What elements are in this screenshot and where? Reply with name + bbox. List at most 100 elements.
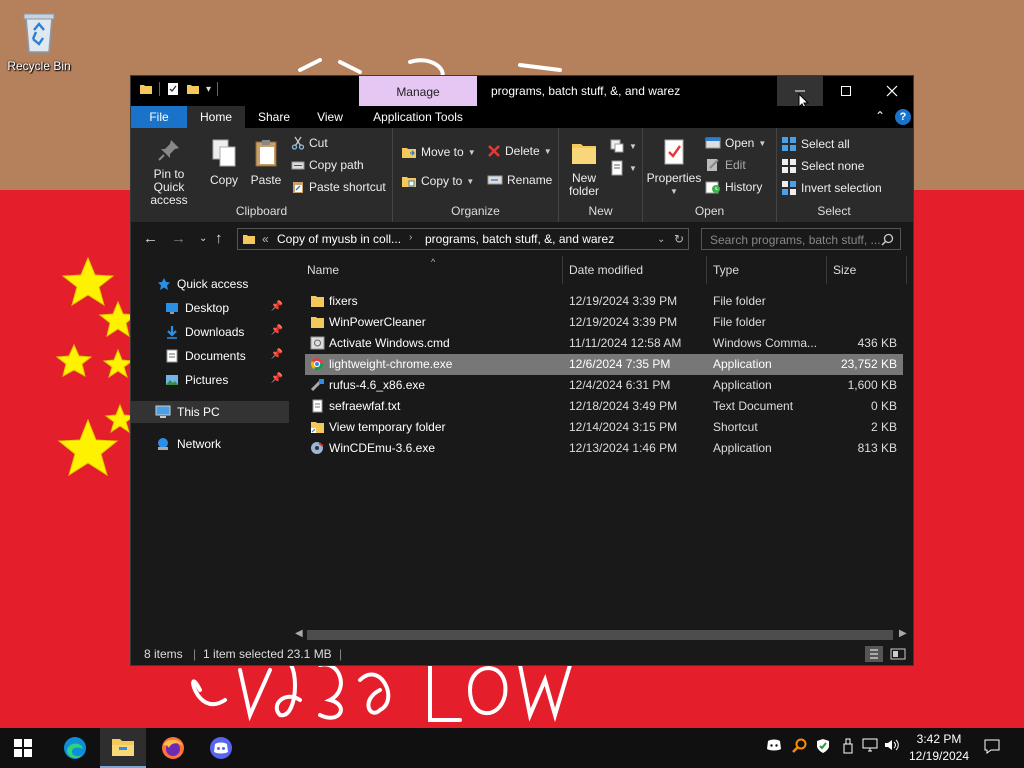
recent-locations-icon[interactable]: ⌄ [199, 233, 207, 244]
copy-path-button[interactable]: Copy path [291, 158, 364, 172]
tab-view[interactable]: View [307, 106, 353, 128]
details-view-icon [870, 649, 878, 659]
select-all-button[interactable]: Select all [781, 136, 850, 152]
refresh-icon[interactable]: ↻ [674, 232, 684, 246]
tray-network-icon[interactable] [862, 738, 878, 755]
nav-item-desktop[interactable]: Desktop 📌 [131, 297, 289, 319]
edit-button[interactable]: Edit [705, 158, 746, 172]
nav-item-documents[interactable]: Documents 📌 [131, 345, 289, 367]
file-name: rufus-4.6_x86.exe [329, 378, 426, 392]
address-dropdown-icon[interactable]: ⌄ [657, 234, 665, 245]
taskbar-clock[interactable]: 3:42 PM 12/19/2024 [900, 731, 978, 765]
delete-button[interactable]: Delete ▼ [487, 144, 552, 158]
maximize-button[interactable] [823, 76, 869, 106]
breadcrumb-current[interactable]: programs, batch stuff, &, and warez [425, 232, 614, 246]
collapse-ribbon-icon[interactable]: ⌃ [875, 109, 885, 123]
new-folder-icon[interactable] [186, 82, 200, 96]
history-button[interactable]: History [705, 180, 762, 194]
notifications-icon[interactable] [984, 738, 1000, 757]
tray-security-shield-icon[interactable] [816, 738, 830, 757]
file-row-view-temporary-folder[interactable]: View temporary folder 12/14/2024 3:15 PM… [305, 417, 903, 438]
start-button[interactable] [0, 728, 46, 768]
cut-button[interactable]: Cut [291, 136, 328, 150]
open-button[interactable]: Open ▼ [705, 136, 766, 150]
up-arrow-icon[interactable]: ↑ [215, 230, 223, 247]
column-header-size[interactable]: Size [827, 256, 907, 284]
file-row-activate-windows[interactable]: Activate Windows.cmd 11/11/2024 12:58 AM… [305, 333, 903, 354]
taskbar-discord[interactable] [198, 728, 244, 768]
column-header-name[interactable]: Name ^ [301, 256, 563, 284]
properties-button[interactable]: Properties ▼ [645, 138, 703, 198]
new-item-button[interactable]: ▼ [609, 138, 637, 154]
forward-arrow-icon[interactable]: → [171, 230, 186, 247]
group-new-label: New [588, 204, 613, 218]
file-row-rufus[interactable]: rufus-4.6_x86.exe 12/4/2024 6:31 PM Appl… [305, 375, 903, 396]
tab-manage[interactable]: Manage [359, 76, 477, 106]
pin-icon: 📌 [270, 301, 283, 312]
copy-button[interactable]: Copy [205, 138, 243, 187]
large-icons-view-button[interactable] [889, 646, 907, 662]
nav-item-this-pc[interactable]: This PC [131, 401, 289, 423]
file-row-wincdemu[interactable]: WinCDEmu-3.6.exe 12/13/2024 1:46 PM Appl… [305, 438, 903, 459]
breadcrumb-separator-icon[interactable]: › [409, 232, 412, 243]
tray-search-icon[interactable] [792, 738, 808, 757]
taskbar-edge[interactable] [52, 728, 98, 768]
invert-selection-button[interactable]: Invert selection [781, 180, 882, 196]
breadcrumb-parent[interactable]: Copy of myusb in coll... [277, 232, 401, 246]
address-bar[interactable]: « Copy of myusb in coll... › programs, b… [237, 228, 689, 250]
tray-volume-icon[interactable] [884, 738, 900, 755]
edit-icon [707, 159, 719, 171]
back-arrow-icon[interactable]: ← [143, 230, 158, 247]
open-label: Open [725, 136, 755, 150]
open-icon [705, 137, 721, 149]
nav-item-network[interactable]: Network [131, 433, 289, 455]
scroll-left-icon[interactable]: ◀ [295, 628, 303, 639]
pin-to-quick-access-button[interactable]: Pin to Quick access [137, 138, 201, 207]
search-input[interactable]: Search programs, batch stuff, ... [701, 228, 901, 250]
tray-discord-icon[interactable] [766, 738, 782, 755]
nav-item-pictures[interactable]: Pictures 📌 [131, 369, 289, 391]
ribbon-tabs: File Home Share View Application Tools ⌃… [131, 106, 913, 128]
copy-to-button[interactable]: Copy to ▼ [401, 173, 474, 189]
column-header-type[interactable]: Type [707, 256, 827, 284]
easy-access-button[interactable]: ▼ [609, 160, 637, 176]
tab-file[interactable]: File [131, 106, 187, 128]
file-name: lightweight-chrome.exe [329, 357, 453, 371]
properties-checkmark-icon[interactable] [166, 82, 180, 96]
help-icon[interactable]: ? [895, 109, 911, 125]
group-clipboard-label: Clipboard [235, 204, 288, 218]
rename-button[interactable]: Rename [487, 173, 552, 187]
column-header-date[interactable]: Date modified [563, 256, 707, 284]
move-to-button[interactable]: Move to ▼ [401, 144, 476, 160]
tray-usb-icon[interactable] [842, 738, 854, 757]
file-row-lightweight-chrome[interactable]: lightweight-chrome.exe 12/6/2024 7:35 PM… [305, 354, 903, 375]
paste-button[interactable]: Paste [247, 138, 285, 187]
group-new: New folder ▼ ▼ New [559, 128, 643, 222]
desktop-icon-recycle-bin[interactable]: Recycle Bin [6, 8, 72, 73]
select-none-button[interactable]: Select none [781, 158, 864, 174]
nav-item-downloads[interactable]: Downloads 📌 [131, 321, 289, 343]
taskbar-file-explorer[interactable] [100, 728, 146, 768]
properties-label: Properties [646, 171, 702, 185]
breadcrumb-overflow[interactable]: « [262, 232, 269, 246]
title-bar[interactable]: ▾ Manage programs, batch stuff, &, and w… [131, 76, 915, 111]
file-row-sefraewfaf[interactable]: sefraewfaf.txt 12/18/2024 3:49 PM Text D… [305, 396, 903, 417]
select-all-icon [782, 137, 796, 151]
scroll-right-icon[interactable]: ▶ [899, 628, 907, 639]
customize-qat-icon[interactable]: ▾ [206, 84, 211, 95]
paste-shortcut-button[interactable]: Paste shortcut [291, 180, 386, 194]
nav-item-quick-access[interactable]: Quick access [131, 273, 289, 295]
horizontal-scrollbar[interactable]: ◀ ▶ [291, 627, 913, 643]
details-view-button[interactable] [865, 646, 883, 662]
rename-label: Rename [507, 173, 553, 187]
file-row-winpowercleaner[interactable]: WinPowerCleaner 12/19/2024 3:39 PM File … [305, 312, 903, 333]
file-row-fixers[interactable]: fixers 12/19/2024 3:39 PM File folder [305, 291, 903, 312]
tab-home[interactable]: Home [187, 106, 245, 128]
close-button[interactable] [869, 76, 915, 106]
scrollbar-thumb[interactable] [307, 630, 893, 640]
taskbar-firefox[interactable] [150, 728, 196, 768]
tab-application-tools[interactable]: Application Tools [363, 106, 473, 128]
tab-share[interactable]: Share [249, 106, 299, 128]
new-folder-button[interactable]: New folder [563, 138, 605, 198]
dropdown-arrow-icon: ▼ [629, 163, 637, 173]
